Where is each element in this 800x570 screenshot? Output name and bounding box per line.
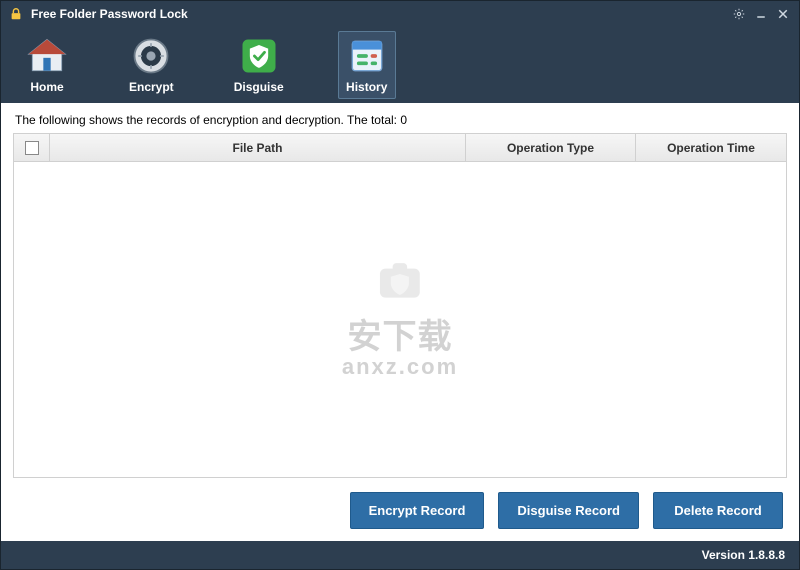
action-bar: Encrypt Record Disguise Record Delete Re… [13,478,787,529]
nav-home-label: Home [30,80,63,94]
nav-encrypt[interactable]: Encrypt [123,32,180,98]
watermark-line2: anxz.com [342,353,458,379]
app-window: Free Folder Password Lock Home [0,0,800,570]
records-table: File Path Operation Type Operation Time … [13,133,787,478]
vault-icon [129,34,173,78]
encrypt-record-button[interactable]: Encrypt Record [350,492,485,529]
col-operation-type[interactable]: Operation Type [466,134,636,161]
delete-record-button[interactable]: Delete Record [653,492,783,529]
status-bar: Version 1.8.8.8 [1,541,799,569]
col-file-path[interactable]: File Path [50,134,466,161]
nav-disguise-label: Disguise [234,80,284,94]
toolbar: Home Encrypt Disguise [1,27,799,103]
nav-disguise[interactable]: Disguise [228,32,290,98]
nav-history[interactable]: History [338,31,396,99]
main-area: The following shows the records of encry… [1,103,799,541]
total-count: 0 [400,113,407,127]
nav-history-label: History [346,80,387,94]
col-operation-time[interactable]: Operation Time [636,134,786,161]
select-all-checkbox[interactable] [25,141,39,155]
watermark-line1: 安下载 [347,308,452,357]
app-lock-icon [9,7,23,21]
nav-home[interactable]: Home [19,32,75,98]
description-text: The following shows the records of encry… [13,109,787,133]
shield-icon [237,34,281,78]
settings-button[interactable] [731,6,747,22]
watermark: 安下载 anxz.com [342,246,458,379]
history-icon [345,34,389,78]
home-icon [25,34,69,78]
minimize-button[interactable] [753,6,769,22]
titlebar: Free Folder Password Lock [1,1,799,27]
table-body: 安下载 anxz.com [14,162,786,477]
table-header: File Path Operation Type Operation Time [14,134,786,162]
window-title: Free Folder Password Lock [31,7,725,21]
col-checkbox [14,134,50,161]
close-button[interactable] [775,6,791,22]
nav-encrypt-label: Encrypt [129,80,174,94]
disguise-record-button[interactable]: Disguise Record [498,492,639,529]
version-text: Version 1.8.8.8 [702,548,785,562]
